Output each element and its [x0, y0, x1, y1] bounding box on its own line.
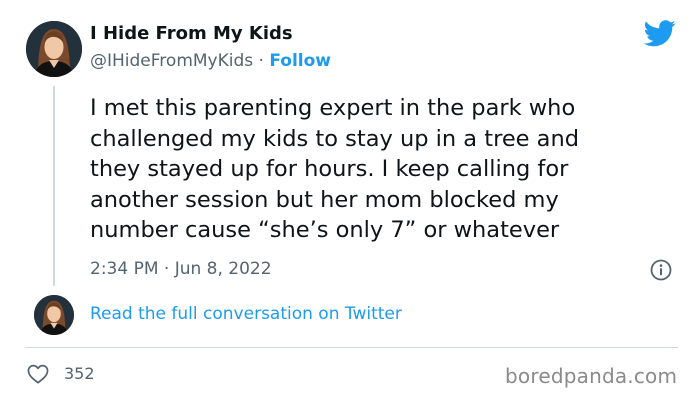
tweet-line: another session but her mom blocked my: [90, 186, 559, 213]
read-full-conversation-link[interactable]: Read the full conversation on Twitter: [90, 304, 402, 324]
thread-connector-line: [53, 86, 55, 286]
tweet-line: number cause “she’s only 7” or whatever: [90, 217, 560, 243]
tweet-body: I met this parenting expert in the park …: [90, 93, 660, 246]
author-avatar[interactable]: [26, 21, 82, 77]
author-handle-row: @IHideFromMyKids · Follow: [90, 51, 331, 71]
heart-icon[interactable]: [27, 364, 49, 384]
watermark: boredpanda.com: [505, 364, 678, 388]
twitter-bird-icon[interactable]: [644, 20, 676, 47]
tweet-line: I met this parenting expert in the park …: [90, 95, 576, 121]
avatar-portrait-image: [26, 21, 82, 77]
tweet-card: I Hide From My Kids @IHideFromMyKids · F…: [0, 0, 700, 400]
tweet-line: they stayed up for hours. I keep calling…: [90, 156, 569, 182]
handle-separator: ·: [258, 51, 264, 71]
tweet-line: challenged my kids to stay up in a tree …: [90, 125, 579, 152]
info-icon[interactable]: [650, 259, 672, 281]
tweet-timestamp[interactable]: 2:34 PM · Jun 8, 2022: [90, 259, 272, 279]
like-count: 352: [64, 364, 95, 383]
conversation-avatar[interactable]: [34, 295, 74, 335]
author-handle[interactable]: @IHideFromMyKids: [90, 51, 253, 71]
divider: [25, 347, 678, 348]
follow-button[interactable]: Follow: [269, 51, 331, 71]
avatar-portrait-image: [34, 295, 74, 335]
author-display-name[interactable]: I Hide From My Kids: [90, 23, 293, 44]
